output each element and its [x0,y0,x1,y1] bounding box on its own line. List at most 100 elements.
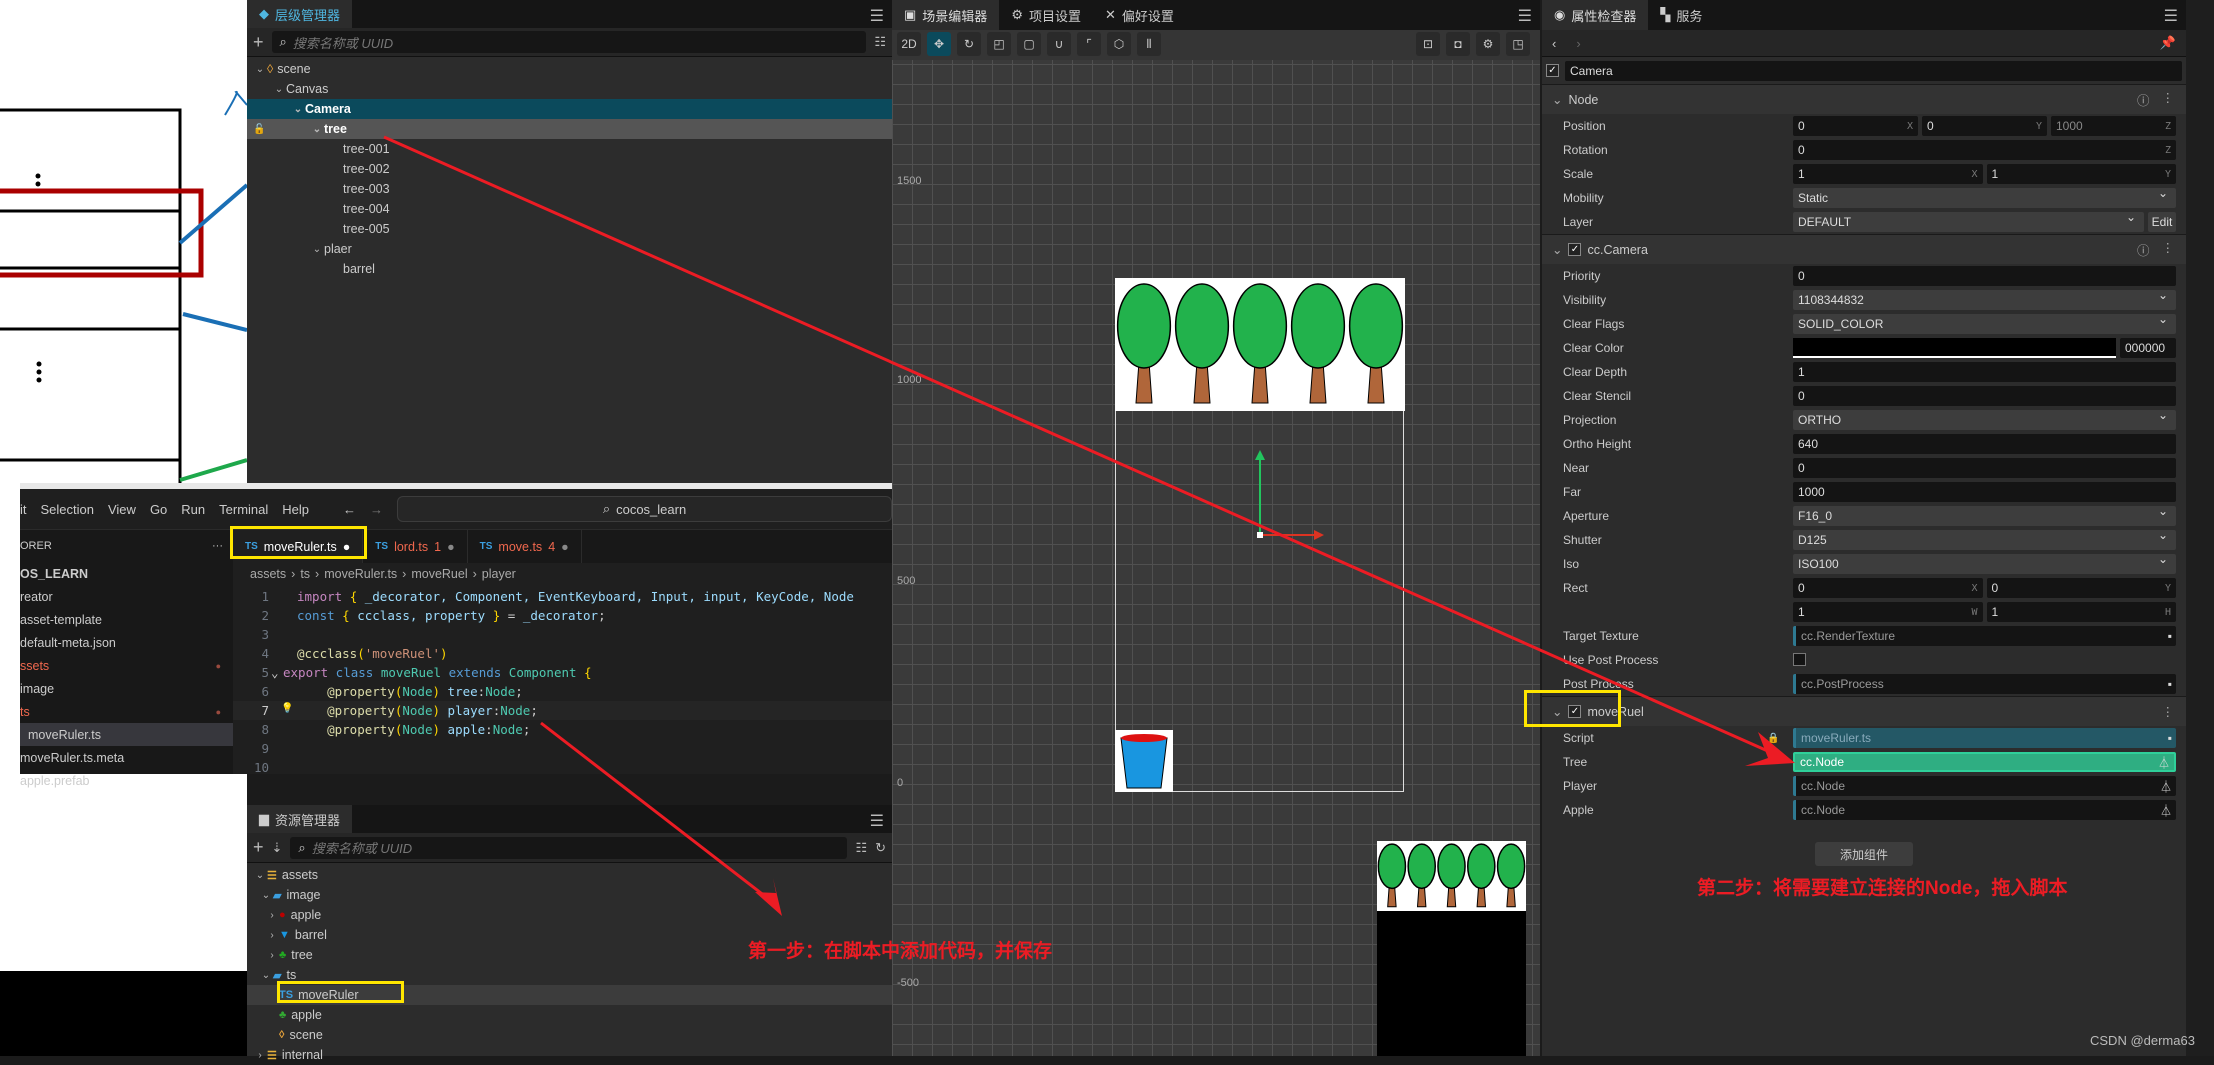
asset-picker-icon[interactable]: ▪ [2168,731,2172,745]
unsaved-dot-icon[interactable]: ● [561,540,569,554]
transform-gizmo[interactable] [1244,450,1324,545]
asset-picker-icon[interactable]: ▪ [2168,629,2172,643]
menu-item-view[interactable]: View [108,502,136,517]
node-picker-icon[interactable]: ⏃ [2160,778,2172,795]
breadcrumb-item[interactable]: moveRuel [411,567,467,581]
command-search[interactable]: ⌕ cocos_learn [397,496,892,522]
chevron-down-icon[interactable]: ⌄ [253,870,267,881]
select-dropdown[interactable]: ORTHO [1793,408,2176,430]
number-input[interactable]: 1Y [1986,164,2176,184]
add-component-button[interactable]: 添加组件 [1815,842,1913,866]
more-vertical-icon[interactable]: ⋮ [2162,704,2175,719]
select-dropdown[interactable]: ISO100 [1793,552,2176,574]
explorer-item[interactable]: apple.prefab [20,769,233,792]
section-header-cc-camera[interactable]: ⌄ ✓ cc.Camera ⓘ ⋮ [1542,234,2186,264]
tab-project-settings[interactable]: ⚙ 项目设置 [999,0,1093,30]
tree-node-Camera[interactable]: ⌄ Camera [247,99,892,119]
select-dropdown[interactable]: F16_0 [1793,504,2176,526]
breadcrumb-item[interactable]: assets [250,567,286,581]
code-editor[interactable]: 1 import { _decorator, Component, EventKe… [233,587,892,774]
select-dropdown[interactable]: SOLID_COLOR [1793,312,2176,334]
node-picker-icon[interactable]: ⏃ [2160,802,2172,819]
chevron-down-icon[interactable]: ⌄ [310,124,324,135]
tab-hierarchy[interactable]: ◆ 层级管理器 [247,0,353,28]
asset-item-scene[interactable]: ◊ scene [247,1025,892,1045]
pivot-icon[interactable]: ⌜ [1077,32,1101,56]
select-dropdown[interactable]: D125 [1793,528,2176,550]
lightbulb-icon[interactable]: 💡 [281,703,293,714]
snap-tool-icon[interactable]: ∪ [1047,32,1071,56]
section-header-moveruel[interactable]: ⌄ ✓ moveRuel ⋮ [1542,696,2186,726]
asset-item-assets[interactable]: ⌄ ☰ assets [247,865,892,885]
breadcrumb-item[interactable]: player [482,567,516,581]
number-input[interactable]: 1000 Z [2051,116,2176,136]
panel-menu-icon[interactable]: ☰ [2164,6,2178,26]
color-swatch[interactable] [1793,338,2116,358]
tree-sprite[interactable] [1115,278,1405,411]
asset-ref-field[interactable]: moveRuler.ts ▪ [1793,728,2176,748]
asset-item-apple[interactable]: ♣ apple [247,1005,892,1025]
tree-node-tree-001[interactable]: tree-001 [247,139,892,159]
explorer-item[interactable]: reator [20,585,233,608]
panel-menu-icon[interactable]: ☰ [870,6,884,26]
chevron-down-icon[interactable]: ⌄ [310,244,324,255]
scale-tool-icon[interactable]: ◰ [987,32,1011,56]
number-input[interactable]: 1X [1793,164,1983,184]
number-input[interactable]: 1 [1793,362,2176,382]
use-post-process-checkbox[interactable] [1793,653,1806,666]
sort-icon[interactable]: ⇣ [272,840,283,856]
add-asset-icon[interactable]: + [253,837,264,858]
fold-chevron-icon[interactable]: ⌄ [271,665,283,680]
more-vertical-icon[interactable]: ⋮ [2162,240,2175,259]
node-picker-icon[interactable]: ⏃ [2158,754,2170,771]
hierarchy-search-input[interactable]: ⌕ 搜索名称或 UUID [271,31,867,53]
explorer-item[interactable]: OS_LEARN [20,562,233,585]
align-icon[interactable]: ⫴ [1137,32,1161,56]
rotate-tool-icon[interactable]: ↻ [957,32,981,56]
number-input[interactable]: 0 [1793,386,2176,406]
explorer-item[interactable]: ts ● [20,700,233,723]
chevron-down-icon[interactable]: ⌄ [253,64,267,75]
number-input[interactable]: 1000 [1793,482,2176,502]
asset-ref-field[interactable]: cc.RenderTexture ▪ [1793,626,2176,646]
explorer-item[interactable]: asset-template [20,608,233,631]
chevron-right-icon[interactable]: › [253,1050,267,1061]
tab-scene-editor[interactable]: ▣ 场景编辑器 [892,0,1000,30]
number-input[interactable]: 0 [1793,458,2176,478]
number-input[interactable]: 0Y [1986,578,2176,598]
more-vertical-icon[interactable]: ⋮ [2162,90,2175,109]
number-input[interactable]: 0X [1793,116,1918,136]
explorer-item[interactable]: default-meta.json [20,631,233,654]
pin-icon[interactable]: 📌 [2160,35,2176,51]
gizmo-icon[interactable]: ◳ [1506,32,1530,56]
number-input[interactable]: 1H [1986,602,2176,622]
asset-item-apple[interactable]: › ● apple [247,905,892,925]
asset-item-image[interactable]: ⌄ ▰ image [247,885,892,905]
menu-item-go[interactable]: Go [150,502,167,517]
tab-preferences[interactable]: ✕ 偏好设置 [1093,0,1186,30]
tree-node-Canvas[interactable]: ⌄ Canvas [247,79,892,99]
camera-icon[interactable]: ◘ [1446,32,1470,56]
asset-ref-field[interactable]: cc.Node ⏃ [1793,776,2176,796]
chevron-down-icon[interactable]: ⌄ [1552,242,1562,257]
color-hex-input[interactable]: 000000 [2120,338,2176,358]
number-input[interactable]: 0X [1793,578,1983,598]
node-active-checkbox[interactable]: ✓ [1546,64,1559,77]
tree-node-tree-004[interactable]: tree-004 [247,199,892,219]
tree-node-scene[interactable]: ⌄ ◊ scene [247,59,892,79]
menu-item-terminal[interactable]: Terminal [219,502,268,517]
back-arrow-icon[interactable]: ← [343,502,356,517]
explorer-item[interactable]: ssets ● [20,654,233,677]
select-dropdown[interactable]: Static [1793,186,2176,208]
collapse-tree-icon[interactable]: ☷ [855,840,867,856]
menu-item-selection[interactable]: Selection [41,502,94,517]
add-node-icon[interactable]: + [253,32,264,53]
chevron-down-icon[interactable]: ⌄ [259,890,273,901]
forward-icon[interactable]: › [1576,36,1580,51]
section-header-node[interactable]: ⌄ Node ⓘ ⋮ [1542,84,2186,114]
assets-search-input[interactable]: ⌕ 搜索名称或 UUID [290,836,848,859]
explorer-item[interactable]: image [20,677,233,700]
chevron-down-icon[interactable]: ⌄ [1552,92,1562,107]
forward-arrow-icon[interactable]: → [370,502,383,517]
help-icon[interactable]: ⓘ [2137,240,2150,259]
